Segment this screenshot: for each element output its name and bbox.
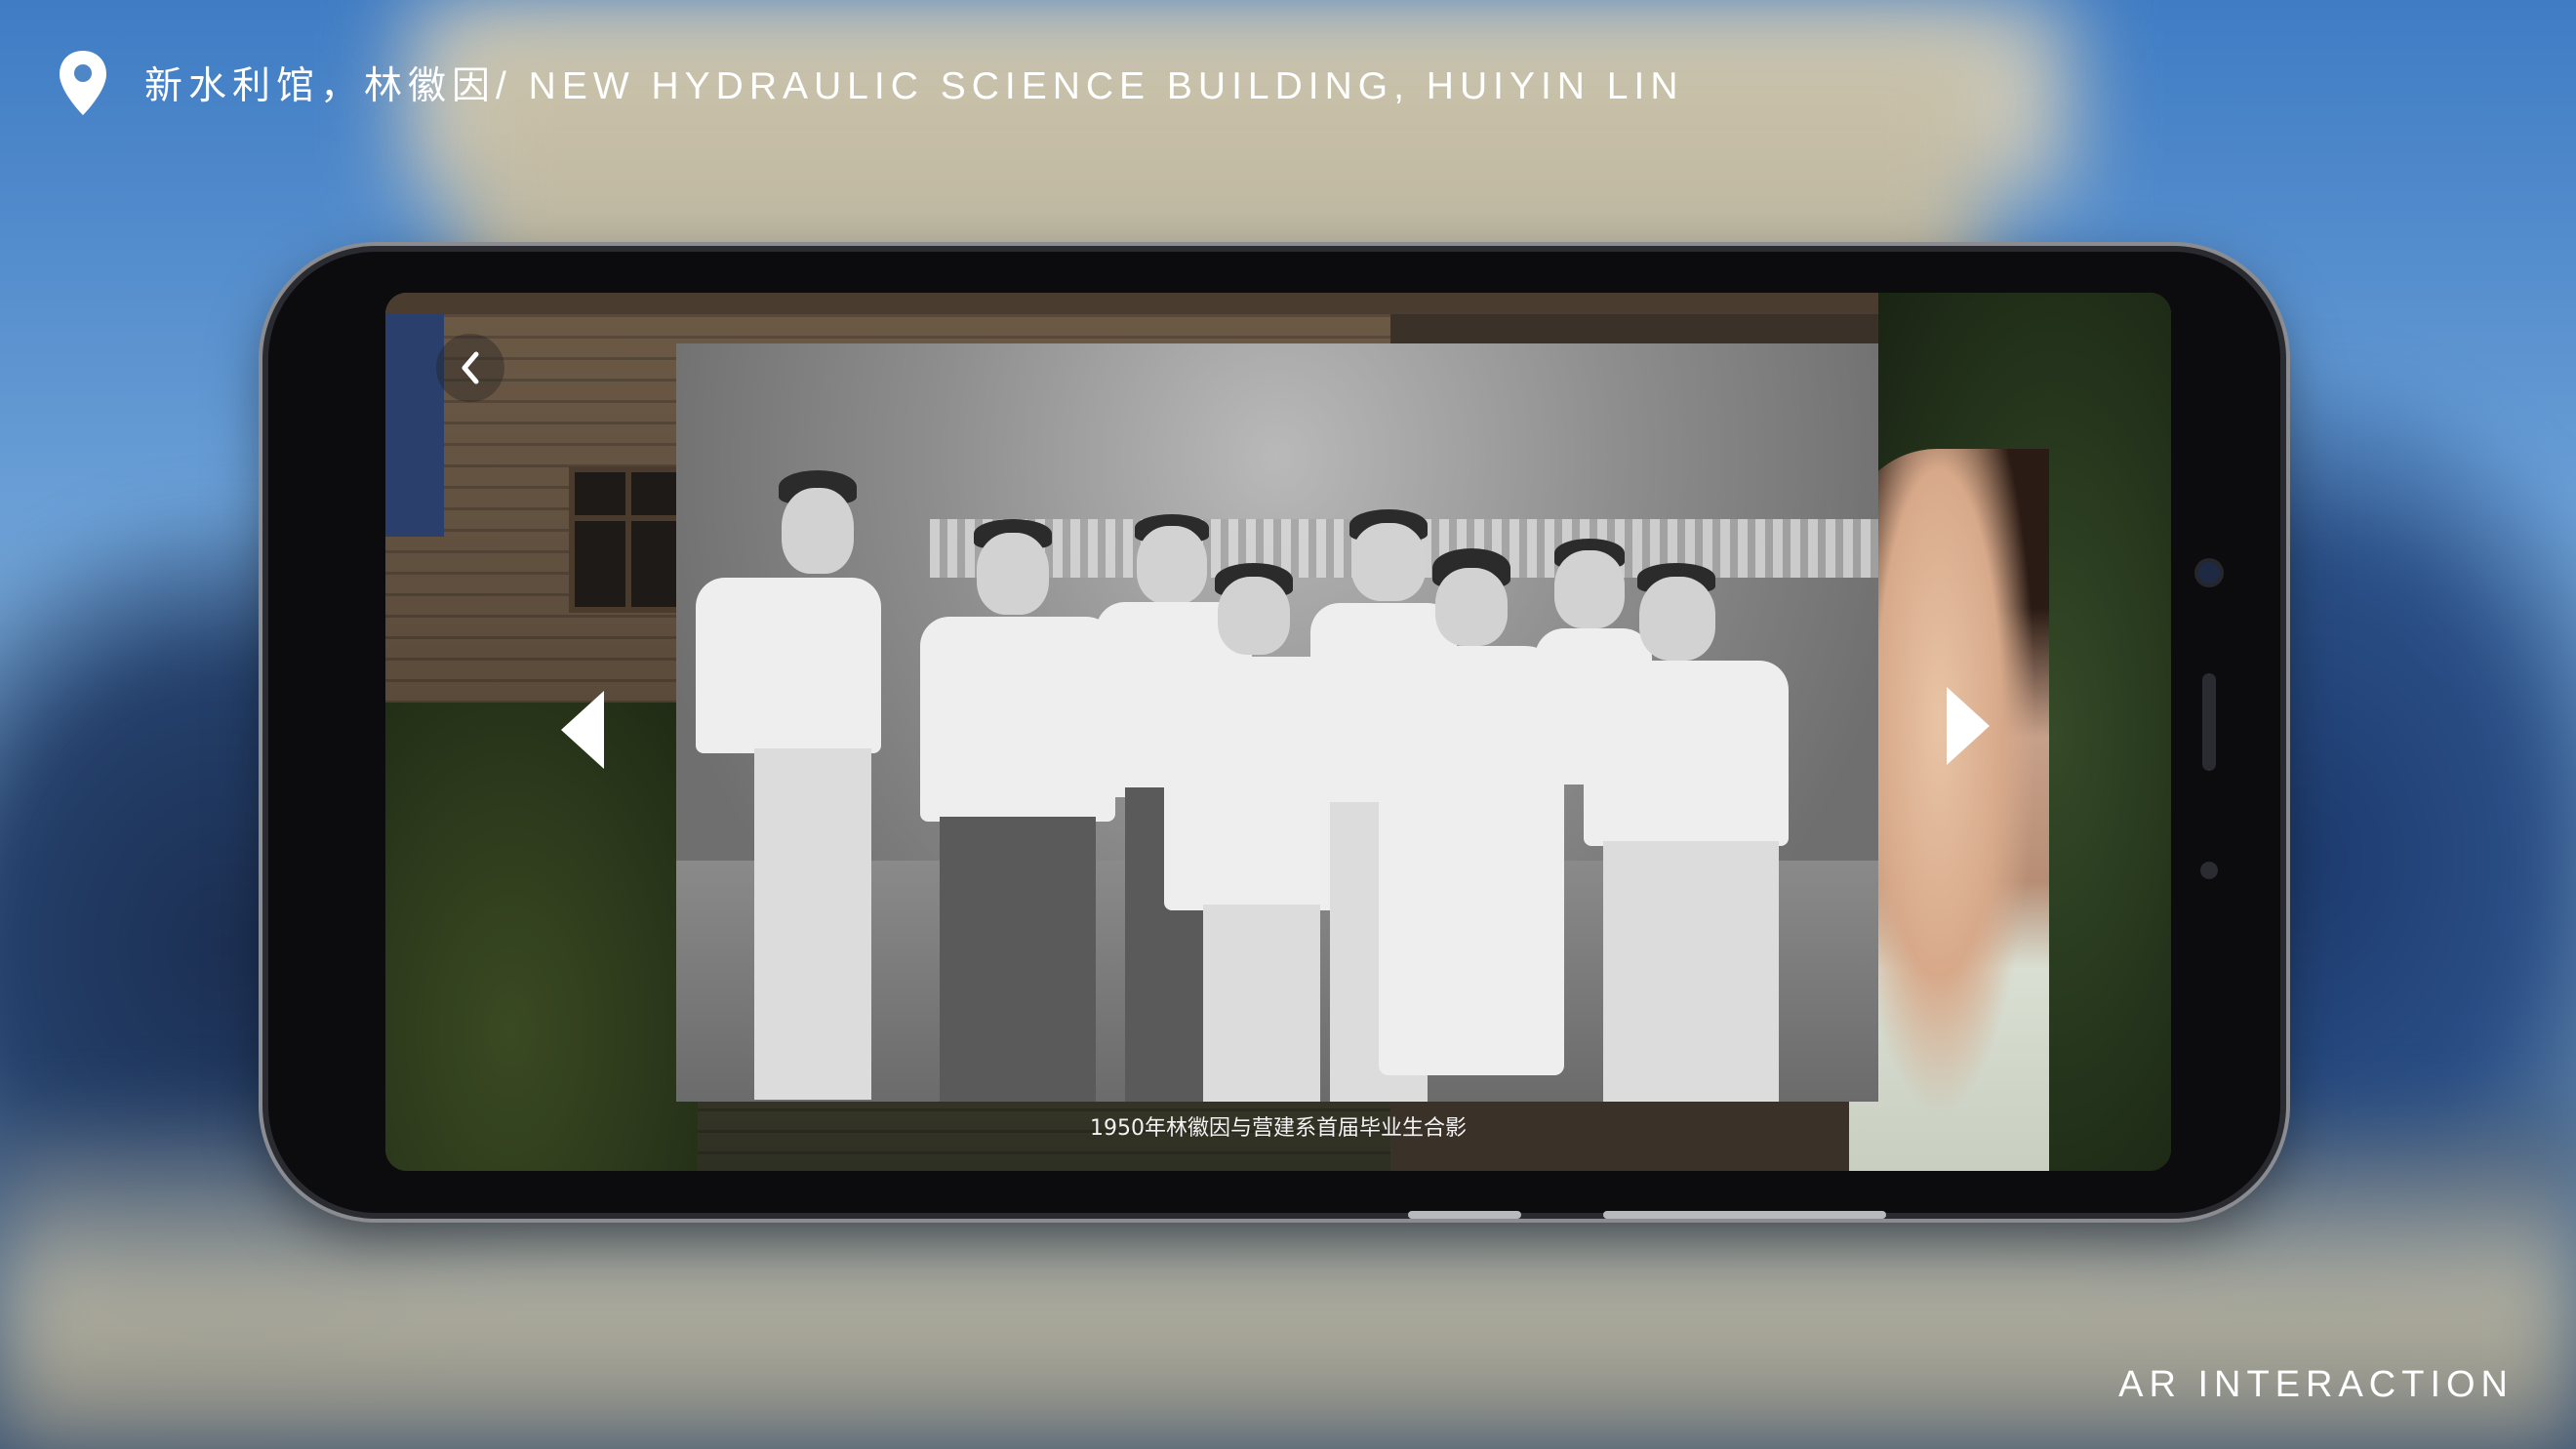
prev-photo-button[interactable]	[561, 691, 604, 769]
back-button[interactable]	[436, 334, 504, 402]
historical-photo	[676, 343, 1878, 1102]
section-label: AR INTERACTION	[2118, 1364, 2514, 1405]
phone-mockup: 1950年林徽因与营建系首届毕业生合影	[268, 252, 2280, 1219]
camera-scene-window	[569, 466, 682, 613]
camera-lens-icon	[2198, 562, 2220, 584]
map-pin-icon	[60, 51, 106, 115]
next-photo-button[interactable]	[1947, 687, 1990, 765]
photo-caption: 1950年林徽因与营建系首届毕业生合影	[1090, 1116, 1467, 1141]
phone-button-rail	[1603, 1211, 1886, 1219]
portrait-image	[1849, 449, 2049, 1171]
ar-screen: 1950年林徽因与营建系首届毕业生合影	[385, 293, 2171, 1171]
phone-button-rail	[1408, 1211, 1521, 1219]
camera-scene-sky	[385, 293, 444, 537]
chevron-left-icon	[462, 351, 479, 384]
sensor-dot	[2200, 862, 2218, 879]
speaker-slot	[2202, 673, 2216, 771]
location-title: 新水利馆，林徽因/ NEW HYDRAULIC SCIENCE BUILDING…	[144, 65, 1684, 107]
location-header: 新水利馆，林徽因/ NEW HYDRAULIC SCIENCE BUILDING…	[57, 49, 1683, 117]
camera-scene-foliage-left	[385, 703, 698, 1171]
